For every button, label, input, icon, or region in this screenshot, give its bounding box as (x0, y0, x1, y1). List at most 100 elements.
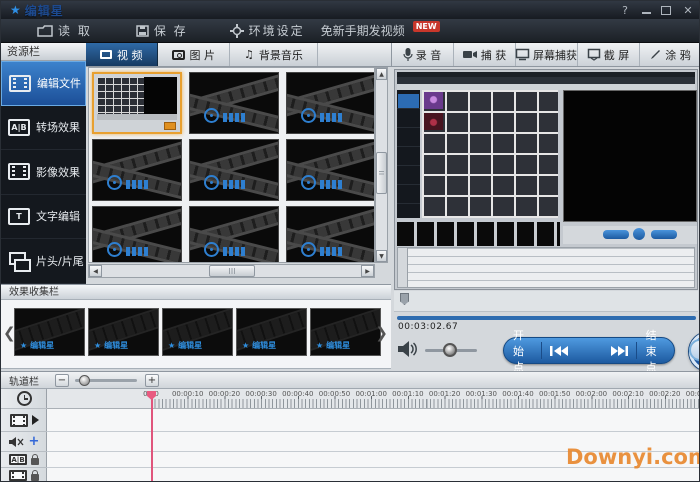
track-header-transition[interactable]: A|B (1, 452, 47, 468)
effect-thumbnail[interactable]: ★编辑星 (88, 308, 159, 356)
effect-watermark: 编辑星 (326, 340, 350, 351)
timeline-ruler[interactable]: 0:0000:00:1000:00:2000:00:3000:00:4000:0… (47, 389, 700, 409)
timeline-zoom-in-button[interactable]: + (145, 374, 159, 387)
end-point-button[interactable]: 结束点 (637, 338, 674, 363)
video-thumbnail[interactable] (189, 72, 279, 134)
scroll-up-arrow[interactable]: ▲ (376, 68, 387, 80)
effect-thumbnail[interactable]: ★编辑星 (14, 308, 85, 356)
track-header-audio[interactable]: + (1, 432, 47, 452)
playback-progress-bar[interactable] (397, 316, 696, 320)
video-thumbnail[interactable] (286, 206, 375, 263)
ruler-label: 00:01:30 (466, 390, 497, 398)
video-thumbnail-selected[interactable] (92, 72, 182, 134)
minimize-button[interactable] (642, 6, 651, 14)
sidebar-item-text-edit[interactable]: T 文字编辑 (1, 195, 86, 240)
scroll-down-arrow[interactable]: ▼ (376, 250, 387, 262)
star-icon: ★ (20, 341, 27, 350)
settings-button[interactable]: 环境设定 (230, 22, 305, 39)
tab-music[interactable]: ♫ 背景音乐 (230, 43, 318, 66)
tab-image-label: 图 片 (190, 47, 216, 63)
tab-capture[interactable]: 捕 获 (454, 43, 516, 66)
tab-doodle[interactable]: 涂 鸦 (640, 43, 700, 66)
video-thumbnail-grid (88, 67, 375, 263)
mini-thumbnail-grid (422, 90, 558, 218)
effects-next-arrow[interactable]: ❯ (375, 324, 388, 342)
sidebar-item-video-effects[interactable]: 影像效果 (1, 150, 86, 195)
muted-speaker-icon (9, 436, 25, 448)
video-track-lane[interactable] (47, 409, 700, 432)
effect-thumbnail[interactable]: ★编辑星 (162, 308, 233, 356)
grid-vertical-scrollbar[interactable]: ▲ ▼ (375, 67, 388, 263)
scrollbar-thumb[interactable] (209, 265, 255, 277)
star-icon: ★ (316, 341, 323, 350)
sidebar-item-transitions[interactable]: A|B 转场效果 (1, 106, 86, 151)
previous-button[interactable] (542, 345, 576, 357)
scrollbar-thumb[interactable] (376, 152, 387, 194)
effect-thumbnail[interactable]: ★编辑星 (310, 308, 381, 356)
monitor-icon (516, 49, 529, 60)
ruler-label: 00:00:20 (209, 390, 240, 398)
close-button[interactable]: ✕ (681, 5, 695, 16)
tab-record-audio[interactable]: 录 音 (392, 43, 454, 66)
next-button[interactable] (602, 345, 636, 357)
skip-back-icon (550, 345, 568, 357)
sidebar-item-edit-files[interactable]: 编辑文件 (1, 61, 86, 106)
film-effect-icon (8, 163, 30, 180)
effect-track-lane[interactable] (47, 468, 700, 482)
playback-time: 00:03:02.67 (398, 322, 458, 332)
resource-panel-header: 资源栏 (1, 43, 86, 61)
star-icon: ★ (242, 341, 249, 350)
timeline-zoom-knob[interactable] (79, 375, 90, 386)
sidebar-item-label: 编辑文件 (37, 75, 81, 91)
timeline-zoom-slider[interactable] (75, 379, 137, 382)
ruler-label: 00:00:30 (245, 390, 276, 398)
scroll-left-arrow[interactable]: ◀ (89, 265, 102, 277)
screenshot-icon (588, 49, 600, 60)
start-point-button[interactable]: 开始点 (504, 338, 541, 363)
seek-strip[interactable] (394, 291, 698, 312)
tab-screen-capture[interactable]: 屏幕捕获 (516, 43, 578, 66)
effects-bar-header: 效果收集栏 (1, 284, 391, 300)
add-track-icon[interactable]: + (29, 435, 40, 448)
video-thumbnail[interactable] (92, 206, 182, 263)
tab-label: 截 屏 (604, 47, 630, 63)
save-button[interactable]: 保 存 (136, 22, 188, 39)
main-toolbar: 读 取 保 存 环境设定 免新手期发视频 NEW (1, 19, 700, 43)
promo-button[interactable]: 免新手期发视频 NEW (321, 22, 440, 39)
video-icon (100, 50, 112, 59)
volume-slider-knob[interactable] (443, 343, 457, 357)
resource-sidebar: 编辑文件 A|B 转场效果 影像效果 T 文字编辑 片头/片尾 (1, 61, 86, 284)
app-title: 编辑星 (25, 2, 64, 19)
track-header-effect[interactable] (1, 468, 47, 482)
video-thumbnail[interactable] (92, 139, 182, 201)
seek-marker-icon[interactable] (400, 293, 409, 305)
tab-label: 录 音 (416, 47, 442, 63)
help-button[interactable]: ? (618, 5, 632, 16)
film-reel-icon (301, 175, 316, 190)
video-thumbnail[interactable] (189, 206, 279, 263)
video-thumbnail[interactable] (189, 139, 279, 201)
track-header-video[interactable] (1, 409, 47, 432)
text-icon: T (8, 208, 30, 225)
effect-watermark: 编辑星 (30, 340, 54, 351)
video-thumbnail[interactable] (286, 139, 375, 201)
mini-effects-strip (397, 222, 560, 246)
load-button[interactable]: 读 取 (37, 22, 92, 39)
timeline-zoom-out-button[interactable]: − (55, 374, 69, 387)
maximize-button[interactable] (661, 6, 671, 15)
ab-transition-icon: A|B (8, 119, 30, 136)
scroll-right-arrow[interactable]: ▶ (361, 265, 374, 277)
video-thumbnail[interactable] (286, 72, 375, 134)
tab-video[interactable]: 视 频 (86, 43, 158, 66)
title-bar: ★ 编辑星 ? ✕ (1, 1, 700, 19)
grid-horizontal-scrollbar[interactable]: ◀ ▶ (88, 264, 375, 278)
thumb-mini-strip (97, 114, 177, 120)
tab-image[interactable]: 图 片 (158, 43, 231, 66)
ruler-label: 00:01:10 (392, 390, 423, 398)
sidebar-item-intro-outro[interactable]: 片头/片尾 (1, 239, 86, 284)
speaker-icon[interactable] (398, 340, 420, 358)
tab-screenshot[interactable]: 截 屏 (578, 43, 640, 66)
effect-thumbnail[interactable]: ★编辑星 (236, 308, 307, 356)
pen-icon (650, 49, 661, 60)
timeline-playhead[interactable] (151, 391, 153, 482)
